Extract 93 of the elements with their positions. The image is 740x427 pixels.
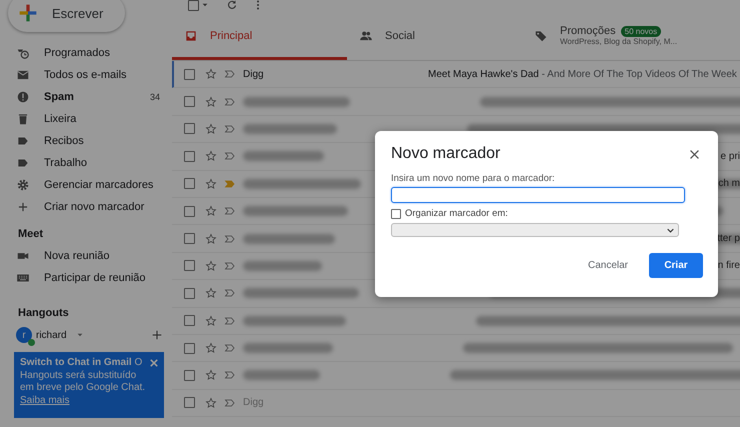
star-icon[interactable]	[205, 314, 217, 327]
create-button[interactable]: Criar	[649, 253, 703, 278]
star-icon[interactable]	[205, 287, 217, 300]
star-icon[interactable]	[205, 260, 217, 272]
sender-name: Digg	[243, 397, 265, 408]
sidebar-item[interactable]: Todos os e-mails	[8, 64, 172, 86]
importance-marker-icon[interactable]	[224, 287, 236, 300]
notice-text: Switch to Chat in Gmail O Hangouts será substituído em breve pelo Google Chat.	[20, 357, 146, 394]
envelope-icon	[16, 68, 30, 82]
close-icon[interactable]	[689, 148, 700, 160]
section-title: Hangouts	[18, 307, 70, 319]
row-checkbox[interactable]	[184, 150, 195, 162]
row-checkbox[interactable]	[184, 68, 195, 80]
compose-button[interactable]: Escrever	[8, 0, 126, 32]
caret-icon[interactable]	[76, 333, 83, 337]
email-snippet: n fire	[718, 260, 740, 272]
star-icon[interactable]	[205, 232, 217, 245]
exclamation-icon	[16, 90, 30, 104]
importance-marker-icon[interactable]	[224, 205, 236, 218]
sender-name: Digg	[243, 68, 265, 80]
email-subject: Meet Maya Hawke's Dad - And More Of The Top Videos Of The Week	[428, 68, 737, 80]
chevron-down-icon	[667, 228, 674, 232]
inbox-icon	[184, 28, 198, 42]
sidebar-item[interactable]: Participar de reunião	[8, 267, 172, 289]
checkbox[interactable]	[391, 208, 401, 218]
cancel-button[interactable]: Cancelar	[574, 253, 641, 278]
tag-icon	[534, 28, 548, 42]
unread-count: 34	[150, 92, 160, 102]
importance-marker-icon[interactable]	[224, 260, 236, 272]
row-checkbox[interactable]	[184, 123, 195, 134]
row-checkbox[interactable]	[184, 96, 195, 108]
learn-more-link[interactable]: Saiba mais	[20, 394, 70, 407]
row-checkbox[interactable]	[184, 233, 195, 244]
sidebar-item[interactable]: Nova reunião	[8, 245, 172, 267]
sidebar-item[interactable]: Spam 34	[8, 86, 172, 108]
row-checkbox[interactable]	[184, 288, 195, 299]
importance-marker-icon[interactable]	[224, 178, 236, 190]
importance-marker-icon[interactable]	[224, 369, 236, 382]
inbox-tab[interactable]: Social	[347, 14, 522, 60]
star-icon[interactable]	[205, 68, 217, 80]
importance-marker-icon[interactable]	[224, 96, 236, 108]
star-icon[interactable]	[205, 396, 217, 409]
star-icon[interactable]	[205, 150, 217, 162]
caret-icon[interactable]	[202, 3, 208, 7]
plus-icon	[16, 200, 30, 214]
inbox-tab[interactable]: Principal	[172, 14, 347, 60]
sidebar-item[interactable]: Trabalho	[8, 152, 172, 174]
people-icon	[359, 28, 373, 42]
inbox-tab[interactable]: Promoções 50 novos WordPress, Blog da Shopify, M...	[522, 14, 722, 60]
new-count-badge: 50 novos	[620, 26, 662, 36]
sidebar-item[interactable]: Programados	[8, 42, 172, 64]
settings-icon	[16, 178, 30, 192]
avatar[interactable]: r	[16, 327, 32, 343]
row-checkbox[interactable]	[184, 206, 195, 217]
sidebar-item[interactable]: Criar novo marcador	[8, 196, 172, 218]
row-checkbox[interactable]	[184, 342, 195, 354]
importance-marker-icon[interactable]	[224, 150, 236, 162]
refresh-icon[interactable]	[226, 0, 238, 11]
section-title: Meet	[18, 228, 44, 240]
star-icon[interactable]	[205, 369, 217, 382]
label-name-field[interactable]	[391, 187, 685, 203]
star-icon[interactable]	[205, 122, 217, 135]
star-icon[interactable]	[205, 342, 217, 354]
importance-marker-icon[interactable]	[224, 122, 236, 135]
select-checkbox[interactable]	[188, 0, 199, 10]
sidebar-item[interactable]: Recibos	[8, 130, 172, 152]
field-label: Insira um novo nome para o marcador:	[391, 173, 556, 184]
row-checkbox[interactable]	[184, 260, 195, 272]
importance-marker-icon[interactable]	[224, 232, 236, 245]
dialog-title: Novo marcador	[391, 145, 500, 163]
importance-marker-icon[interactable]	[224, 68, 236, 80]
sidebar-item[interactable]: Gerenciar marcadores	[8, 174, 172, 196]
star-icon[interactable]	[205, 96, 217, 108]
star-icon[interactable]	[205, 205, 217, 218]
tab-subtitle: WordPress, Blog da Shopify, M...	[560, 37, 678, 46]
row-checkbox[interactable]	[184, 178, 195, 190]
email-snippet: ch m	[718, 178, 740, 190]
row-checkbox[interactable]	[184, 397, 195, 408]
importance-marker-icon[interactable]	[224, 314, 236, 327]
sidebar-item[interactable]: Lixeira	[8, 108, 172, 130]
importance-marker-icon[interactable]	[224, 342, 236, 354]
email-snippet: e pri	[720, 150, 740, 162]
star-icon[interactable]	[205, 178, 217, 190]
email-row[interactable]: Digg Meet Maya Hawke's Dad - And More Of The Top Videos Of The Week	[172, 61, 740, 88]
email-snippet: tter p	[717, 233, 740, 244]
importance-marker-icon[interactable]	[224, 396, 236, 409]
trash-icon	[16, 112, 30, 126]
row-checkbox[interactable]	[184, 315, 195, 326]
checkbox-label: Organizar marcador em:	[405, 208, 508, 219]
plus-icon	[18, 3, 38, 23]
row-checkbox[interactable]	[184, 370, 195, 381]
user-name: richard	[36, 330, 67, 340]
plus-icon[interactable]	[152, 330, 162, 340]
